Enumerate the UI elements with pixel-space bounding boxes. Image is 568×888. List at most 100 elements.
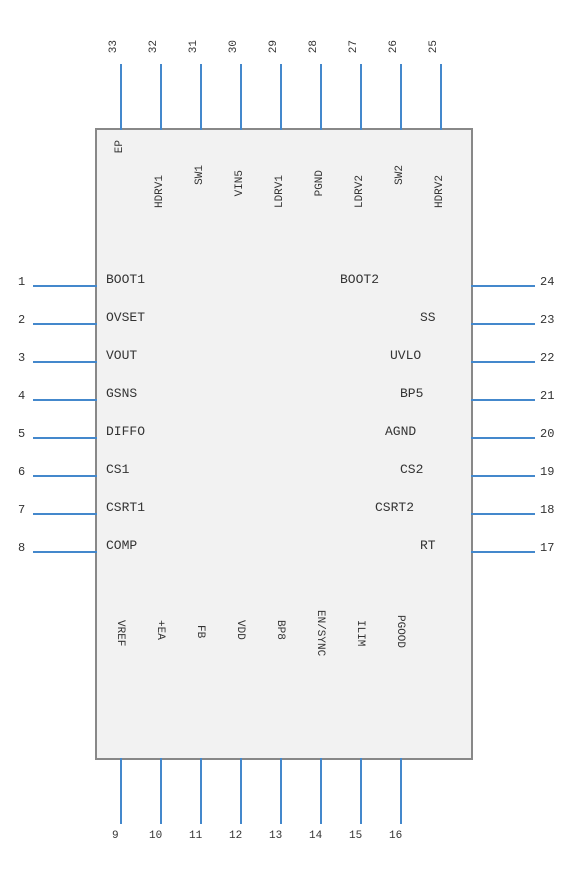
pin-num-8: 8 [18,541,25,555]
pin-num-10: 10 [149,830,162,842]
top-pin-27 [360,64,362,130]
left-label-diffo: DIFFO [106,424,145,439]
right-label-agnd: AGND [385,424,416,439]
left-pin-7 [33,513,97,515]
bottom-pin-9 [120,758,122,824]
bottom-pin-11 [200,758,202,824]
right-pin-19 [471,475,535,477]
top-label-sw2: SW2 [394,165,406,185]
left-label-csrt1: CSRT1 [106,500,145,515]
left-pin-3 [33,361,97,363]
pin-num-9: 9 [112,830,119,842]
right-pin-21 [471,399,535,401]
bottom-pin-10 [160,758,162,824]
right-label-ss: SS [420,310,436,325]
left-pin-1 [33,285,97,287]
top-label-sw1: SW1 [194,165,206,185]
pin-num-30: 30 [228,40,240,53]
pin-num-28: 28 [308,40,320,53]
pin-num-25: 25 [428,40,440,53]
left-label-gsns: GSNS [106,386,137,401]
top-pin-32 [160,64,162,130]
pin-num-18: 18 [540,503,554,517]
top-label-ldrv1: LDRV1 [274,175,286,208]
pin-num-26: 26 [388,40,400,53]
top-pin-26 [400,64,402,130]
pin-num-22: 22 [540,351,554,365]
pin-num-23: 23 [540,313,554,327]
top-label-ldrv2: LDRV2 [354,175,366,208]
top-pin-28 [320,64,322,130]
bottom-label-pgood: PGOOD [394,615,406,648]
right-pin-22 [471,361,535,363]
right-pin-24 [471,285,535,287]
left-label-vout: VOUT [106,348,137,363]
pin-num-27: 27 [348,40,360,53]
left-label-boot1: BOOT1 [106,272,145,287]
pin-num-5: 5 [18,427,25,441]
pin-num-14: 14 [309,830,322,842]
pin-num-1: 1 [18,275,25,289]
right-label-bp5: BP5 [400,386,423,401]
bottom-label-bp8: BP8 [274,620,286,640]
pin-num-20: 20 [540,427,554,441]
right-pin-18 [471,513,535,515]
right-label-cs2: CS2 [400,462,423,477]
right-pin-20 [471,437,535,439]
top-pin-29 [280,64,282,130]
pin-num-24: 24 [540,275,554,289]
pin-num-29: 29 [268,40,280,53]
top-label-hdrv2: HDRV2 [434,175,446,208]
bottom-pin-13 [280,758,282,824]
top-pin-25 [440,64,442,130]
right-label-rt: RT [420,538,436,553]
left-pin-4 [33,399,97,401]
top-pin-30 [240,64,242,130]
top-label-hdrv1: HDRV1 [154,175,166,208]
right-label-csrt2: CSRT2 [375,500,414,515]
pin-num-15: 15 [349,830,362,842]
top-pin-31 [200,64,202,130]
pin-num-12: 12 [229,830,242,842]
right-label-uvlo: UVLO [390,348,421,363]
right-pin-17 [471,551,535,553]
top-label-pgnd: PGND [314,170,326,196]
bottom-label-vdd: VDD [234,620,246,640]
top-label-ep: EP [114,140,126,153]
pin-num-13: 13 [269,830,282,842]
pin-num-7: 7 [18,503,25,517]
pin-num-6: 6 [18,465,25,479]
pin-num-11: 11 [189,830,202,842]
right-label-boot2: BOOT2 [340,272,379,287]
left-label-ovset: OVSET [106,310,145,325]
top-pin-33 [120,64,122,130]
bottom-pin-12 [240,758,242,824]
left-label-cs1: CS1 [106,462,129,477]
bottom-label-ilim: ILIM [354,620,366,646]
bottom-pin-15 [360,758,362,824]
chip-body [95,128,473,760]
pin-num-4: 4 [18,389,25,403]
left-pin-5 [33,437,97,439]
left-pin-2 [33,323,97,325]
pin-num-16: 16 [389,830,402,842]
left-pin-6 [33,475,97,477]
pin-num-32: 32 [148,40,160,53]
bottom-label-ensync: EN/SYNC [314,610,326,656]
pin-num-3: 3 [18,351,25,365]
pin-num-33: 33 [108,40,120,53]
left-pin-8 [33,551,97,553]
left-label-comp: COMP [106,538,137,553]
bottom-pin-14 [320,758,322,824]
pin-num-21: 21 [540,389,554,403]
bottom-label-fb: FB [194,625,206,638]
pin-num-19: 19 [540,465,554,479]
right-pin-23 [471,323,535,325]
bottom-label-ea: +EA [154,620,166,640]
pin-num-31: 31 [188,40,200,53]
top-label-vin5: VIN5 [234,170,246,196]
pin-num-2: 2 [18,313,25,327]
bottom-pin-16 [400,758,402,824]
pin-num-17: 17 [540,541,554,555]
bottom-label-vref: VREF [114,620,126,646]
